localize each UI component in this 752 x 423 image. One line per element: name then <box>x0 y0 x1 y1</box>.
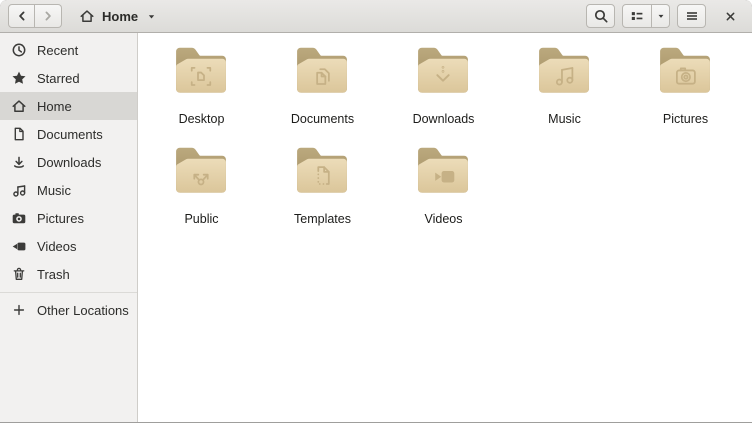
header-actions <box>586 4 741 28</box>
sidebar-item-recent[interactable]: Recent <box>0 36 137 64</box>
sidebar-item-documents[interactable]: Documents <box>0 120 137 148</box>
folder-item-desktop[interactable]: Desktop <box>141 46 262 146</box>
sidebar-item-home[interactable]: Home <box>0 92 137 120</box>
caret-down-icon <box>655 10 667 22</box>
view-list-button[interactable] <box>622 4 652 28</box>
folder-icon <box>413 47 475 100</box>
sidebar-item-starred[interactable]: Starred <box>0 64 137 92</box>
folder-icon <box>292 147 354 200</box>
sidebar-separator <box>0 292 137 293</box>
current-location-label: Home <box>102 9 138 24</box>
folder-grid: Desktop Documents Downloads Music Pictur… <box>138 33 752 422</box>
sidebar-item-label: Home <box>37 99 72 114</box>
folder-item-documents[interactable]: Documents <box>262 46 383 146</box>
back-button[interactable] <box>8 4 35 28</box>
folder-item-templates[interactable]: Templates <box>262 146 383 246</box>
folder-icon <box>413 147 475 200</box>
folder-item-pictures[interactable]: Pictures <box>625 46 746 146</box>
folder-label: Desktop <box>179 112 225 127</box>
home-icon <box>11 98 27 114</box>
path-bar-button[interactable]: Home <box>75 3 162 29</box>
close-window-button[interactable] <box>719 4 741 28</box>
search-button[interactable] <box>586 4 615 28</box>
sidebar-item-trash[interactable]: Trash <box>0 260 137 288</box>
sidebar: Recent Starred Home Documents Downloads … <box>0 33 138 422</box>
folder-icon <box>171 47 233 100</box>
folder-icon <box>171 147 233 200</box>
folder-label: Music <box>548 112 581 127</box>
sidebar-item-label: Videos <box>37 239 77 254</box>
view-switcher <box>622 4 670 28</box>
sidebar-item-label: Starred <box>37 71 80 86</box>
close-icon <box>723 9 738 24</box>
caret-down-icon <box>145 10 158 23</box>
folder-icon <box>534 47 596 100</box>
clock-icon <box>11 42 27 58</box>
sidebar-item-label: Recent <box>37 43 78 58</box>
sidebar-item-other-locations[interactable]: Other Locations <box>0 296 137 324</box>
list-view-icon <box>629 8 645 24</box>
sidebar-item-label: Pictures <box>37 211 84 226</box>
folder-item-downloads[interactable]: Downloads <box>383 46 504 146</box>
folder-icon <box>655 47 717 100</box>
music-notes-icon <box>11 182 27 198</box>
camera-icon <box>11 210 27 226</box>
sidebar-item-label: Other Locations <box>37 303 129 318</box>
home-icon <box>79 8 95 24</box>
headerbar: Home <box>0 0 752 33</box>
sidebar-item-label: Trash <box>37 267 70 282</box>
hamburger-menu-icon <box>684 8 700 24</box>
chevron-left-icon <box>14 8 30 24</box>
plus-icon <box>11 302 27 318</box>
sidebar-item-label: Documents <box>37 127 103 142</box>
sidebar-item-music[interactable]: Music <box>0 176 137 204</box>
document-icon <box>11 126 27 142</box>
sidebar-item-label: Downloads <box>37 155 101 170</box>
folder-label: Downloads <box>413 112 475 127</box>
folder-label: Public <box>184 212 218 227</box>
view-options-dropdown-button[interactable] <box>652 4 670 28</box>
sidebar-item-downloads[interactable]: Downloads <box>0 148 137 176</box>
folder-item-music[interactable]: Music <box>504 46 625 146</box>
menu-button[interactable] <box>677 4 706 28</box>
star-icon <box>11 70 27 86</box>
folder-icon <box>292 47 354 100</box>
sidebar-item-pictures[interactable]: Pictures <box>0 204 137 232</box>
trash-icon <box>11 266 27 282</box>
video-camera-icon <box>11 238 27 254</box>
search-icon <box>593 8 609 24</box>
download-arrow-icon <box>11 154 27 170</box>
sidebar-item-label: Music <box>37 183 71 198</box>
folder-item-public[interactable]: Public <box>141 146 262 246</box>
forward-button[interactable] <box>35 4 62 28</box>
folder-label: Pictures <box>663 112 708 127</box>
folder-label: Videos <box>425 212 463 227</box>
sidebar-item-videos[interactable]: Videos <box>0 232 137 260</box>
chevron-right-icon <box>40 8 56 24</box>
folder-label: Templates <box>294 212 351 227</box>
nav-buttons <box>8 4 62 28</box>
app-body: Recent Starred Home Documents Downloads … <box>0 33 752 422</box>
file-manager-window: Home <box>0 0 752 423</box>
folder-item-videos[interactable]: Videos <box>383 146 504 246</box>
folder-label: Documents <box>291 112 354 127</box>
